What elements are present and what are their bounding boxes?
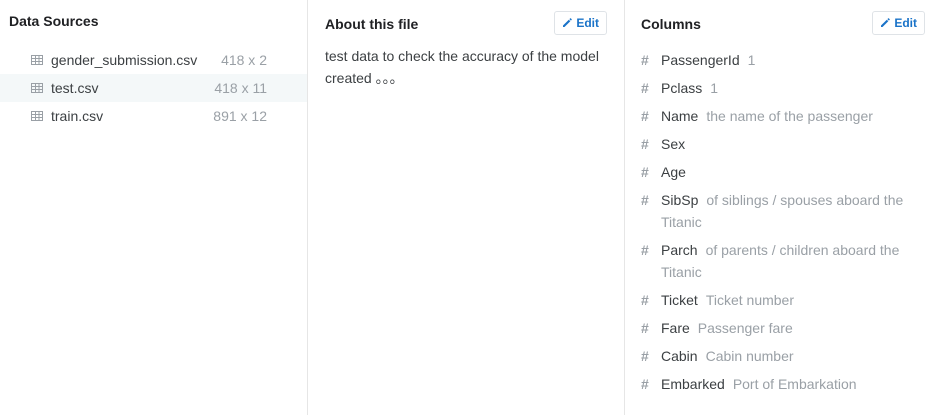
column-item-sex[interactable]: # Sex: [641, 133, 925, 155]
file-row-test[interactable]: test.csv 418 x 11: [0, 74, 307, 102]
column-item-pclass[interactable]: # Pclass 1: [641, 77, 925, 99]
file-row-gender-submission[interactable]: gender_submission.csv 418 x 2: [0, 46, 307, 74]
file-dims: 418 x 11: [214, 80, 267, 96]
column-description: 1: [710, 80, 719, 96]
column-item-cabin[interactable]: # Cabin Cabin number: [641, 345, 925, 367]
column-name: Cabin: [661, 348, 698, 364]
table-icon: [31, 83, 43, 93]
numeric-type-icon: #: [641, 376, 649, 392]
edit-label: Edit: [894, 16, 917, 30]
table-icon: [31, 55, 43, 65]
column-item-embarked[interactable]: # Embarked Port of Embarkation: [641, 373, 925, 395]
data-sources-title: Data Sources: [9, 13, 99, 29]
edit-about-button[interactable]: Edit: [554, 11, 607, 35]
numeric-type-icon: #: [641, 292, 649, 308]
column-description: Cabin number: [705, 348, 794, 364]
about-panel: About this file Edit test data to check …: [308, 0, 625, 415]
columns-panel: Columns Edit # PassengerId 1 # Pclass 1 # …: [625, 0, 935, 415]
column-name: SibSp: [661, 192, 699, 208]
about-description: test data to check the accuracy of the m…: [325, 48, 599, 86]
numeric-type-icon: #: [641, 242, 649, 258]
numeric-type-icon: #: [641, 164, 649, 180]
numeric-type-icon: #: [641, 52, 649, 68]
column-item-name[interactable]: # Name the name of the passenger: [641, 105, 925, 127]
column-item-passengerid[interactable]: # PassengerId 1: [641, 49, 925, 71]
file-list: gender_submission.csv 418 x 2 test.csv 4…: [0, 46, 307, 130]
table-icon: [31, 111, 43, 121]
numeric-type-icon: #: [641, 320, 649, 336]
edit-label: Edit: [576, 16, 599, 30]
column-description: the name of the passenger: [706, 108, 873, 124]
column-name: Sex: [661, 136, 686, 152]
file-dims: 418 x 2: [221, 52, 267, 68]
pencil-icon: [881, 18, 891, 27]
column-description: Port of Embarkation: [732, 376, 857, 392]
column-item-fare[interactable]: # Fare Passenger fare: [641, 317, 925, 339]
file-name: train.csv: [51, 108, 104, 124]
numeric-type-icon: #: [641, 80, 649, 96]
column-name: Embarked: [661, 376, 725, 392]
numeric-type-icon: #: [641, 108, 649, 124]
file-name: test.csv: [51, 80, 99, 96]
numeric-type-icon: #: [641, 192, 649, 208]
column-list: # PassengerId 1 # Pclass 1 # Name the name …: [641, 49, 925, 395]
column-description: 1: [747, 52, 756, 68]
columns-title: Columns: [641, 15, 701, 32]
data-sources-panel: Data Sources gender_submission.csv 418 x…: [0, 0, 308, 415]
edit-columns-button[interactable]: Edit: [872, 11, 925, 35]
column-name: Parch: [661, 242, 698, 258]
file-row-train[interactable]: train.csv 891 x 12: [0, 102, 307, 130]
column-item-ticket[interactable]: # Ticket Ticket number: [641, 289, 925, 311]
column-name: Ticket: [661, 292, 698, 308]
column-item-age[interactable]: # Age: [641, 161, 925, 183]
numeric-type-icon: #: [641, 136, 649, 152]
column-description: Ticket number: [705, 292, 795, 308]
column-name: Pclass: [661, 80, 703, 96]
column-name: PassengerId: [661, 52, 740, 68]
column-item-sibsp[interactable]: # SibSp of siblings / spouses aboard the …: [641, 189, 925, 233]
column-name: Age: [661, 164, 686, 180]
column-name: Fare: [661, 320, 690, 336]
about-title: About this file: [325, 15, 419, 32]
file-dims: 891 x 12: [213, 108, 267, 124]
pencil-icon: [563, 18, 573, 27]
column-name: Name: [661, 108, 699, 124]
column-description: Passenger fare: [697, 320, 793, 336]
column-item-parch[interactable]: # Parch of parents / children aboard the …: [641, 239, 925, 283]
file-name: gender_submission.csv: [51, 52, 198, 68]
numeric-type-icon: #: [641, 348, 649, 364]
